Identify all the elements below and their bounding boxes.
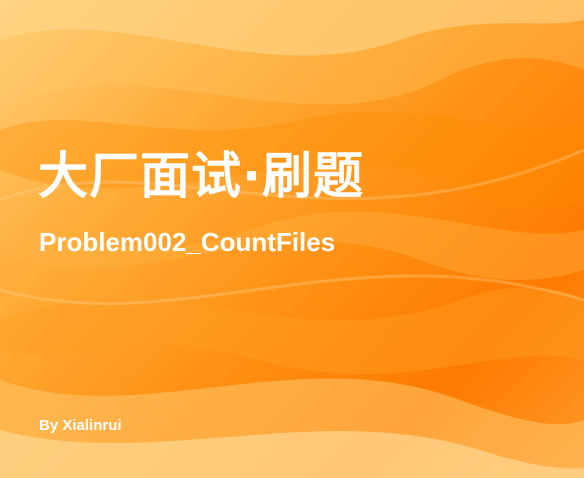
problem-subtitle: Problem002_CountFiles	[39, 227, 336, 257]
cover-image: 大厂面试·刷题 Problem002_CountFiles By Xialinr…	[0, 0, 584, 478]
page-title: 大厂面试·刷题	[38, 147, 364, 205]
wave-band	[0, 287, 584, 375]
wave-band	[0, 0, 584, 110]
author-credit: By Xialinrui	[39, 417, 122, 434]
